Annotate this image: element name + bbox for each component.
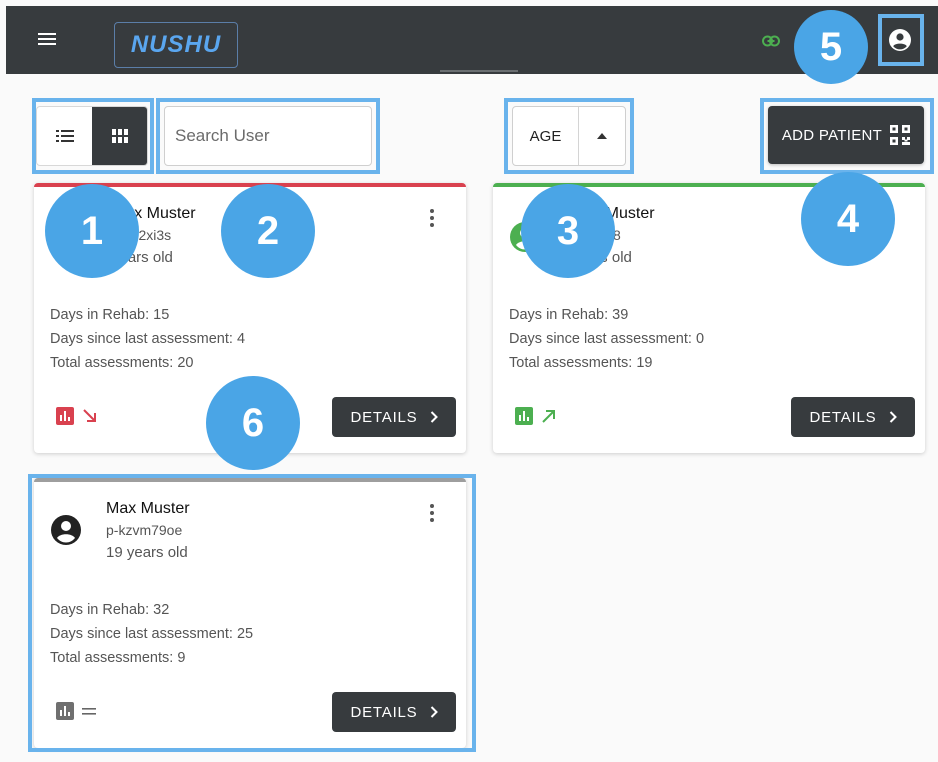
trend-indicator [56, 407, 98, 425]
details-label: DETAILS [350, 703, 418, 721]
status-stripe [34, 478, 466, 482]
trend-indicator [56, 702, 96, 720]
more-vert-icon[interactable] [428, 504, 436, 526]
list-view-icon [55, 130, 74, 142]
patient-name: Max Muster [106, 500, 190, 517]
app-logo[interactable]: NUSHU [114, 22, 238, 68]
qr-code-icon [890, 125, 911, 145]
annotation-badge-6: 6 [206, 376, 300, 470]
trending-flat-icon [82, 708, 96, 715]
grid-view-button[interactable] [92, 107, 147, 165]
view-toggle [36, 106, 148, 166]
app-root: NUSHU AGE [0, 0, 938, 762]
chevron-right-icon [889, 411, 897, 423]
days-since-assessment: Days since last assessment: 0 [509, 331, 705, 347]
add-patient-label: ADD PATIENT [781, 126, 883, 144]
days-since-assessment: Days since last assessment: 25 [50, 626, 254, 642]
bar-chart-icon [56, 702, 74, 720]
details-button[interactable]: DETAILS [332, 692, 456, 732]
trend-indicator [515, 407, 557, 425]
days-in-rehab: Days in Rehab: 32 [50, 602, 170, 618]
arrow-up-icon [597, 133, 607, 139]
sort-control: AGE [512, 106, 626, 166]
bar-chart-icon [515, 407, 533, 425]
annotation-badge-2: 2 [221, 184, 315, 278]
chevron-right-icon [430, 706, 438, 718]
patient-stats: Days in Rehab: 39 Days since last assess… [509, 303, 704, 375]
search-user-input[interactable] [164, 106, 372, 166]
link-icon[interactable] [762, 35, 780, 47]
days-in-rehab: Days in Rehab: 39 [509, 307, 629, 323]
logo-text: NUSHU [130, 31, 222, 58]
total-assessments: Total assessments: 19 [509, 355, 653, 371]
details-label: DETAILS [809, 408, 877, 426]
account-circle-icon [51, 515, 81, 545]
details-button[interactable]: DETAILS [791, 397, 915, 437]
trending-up-icon [542, 410, 555, 423]
list-view-button[interactable] [37, 107, 92, 165]
sort-field-button[interactable]: AGE [513, 107, 579, 165]
annotation-badge-1: 1 [45, 184, 139, 278]
patient-stats: Days in Rehab: 32 Days since last assess… [50, 598, 253, 670]
details-button[interactable]: DETAILS [332, 397, 456, 437]
trending-down-icon [83, 409, 96, 422]
days-in-rehab: Days in Rehab: 15 [50, 307, 170, 323]
grid-view-icon [111, 129, 128, 143]
add-patient-button[interactable]: ADD PATIENT [768, 106, 924, 164]
details-label: DETAILS [350, 408, 418, 426]
bar-chart-icon [56, 407, 74, 425]
menu-icon[interactable] [36, 30, 58, 50]
patient-id: p-kzvm79oe [106, 522, 183, 538]
annotation-badge-3: 3 [521, 184, 615, 278]
total-assessments: Total assessments: 20 [50, 355, 194, 371]
patient-stats: Days in Rehab: 15 Days since last assess… [50, 303, 245, 375]
topbar-divider [440, 70, 518, 72]
annotation-badge-5: 5 [794, 10, 868, 84]
more-vert-icon[interactable] [428, 209, 436, 231]
account-circle-icon[interactable] [888, 28, 912, 52]
sort-direction-button[interactable] [579, 107, 625, 165]
chevron-right-icon [430, 411, 438, 423]
annotation-badge-4: 4 [801, 172, 895, 266]
days-since-assessment: Days since last assessment: 4 [50, 331, 246, 347]
patient-age: 19 years old [106, 544, 188, 561]
total-assessments: Total assessments: 9 [50, 650, 186, 666]
patient-card: Max Muster p-kzvm79oe 19 years old Days … [34, 478, 466, 748]
